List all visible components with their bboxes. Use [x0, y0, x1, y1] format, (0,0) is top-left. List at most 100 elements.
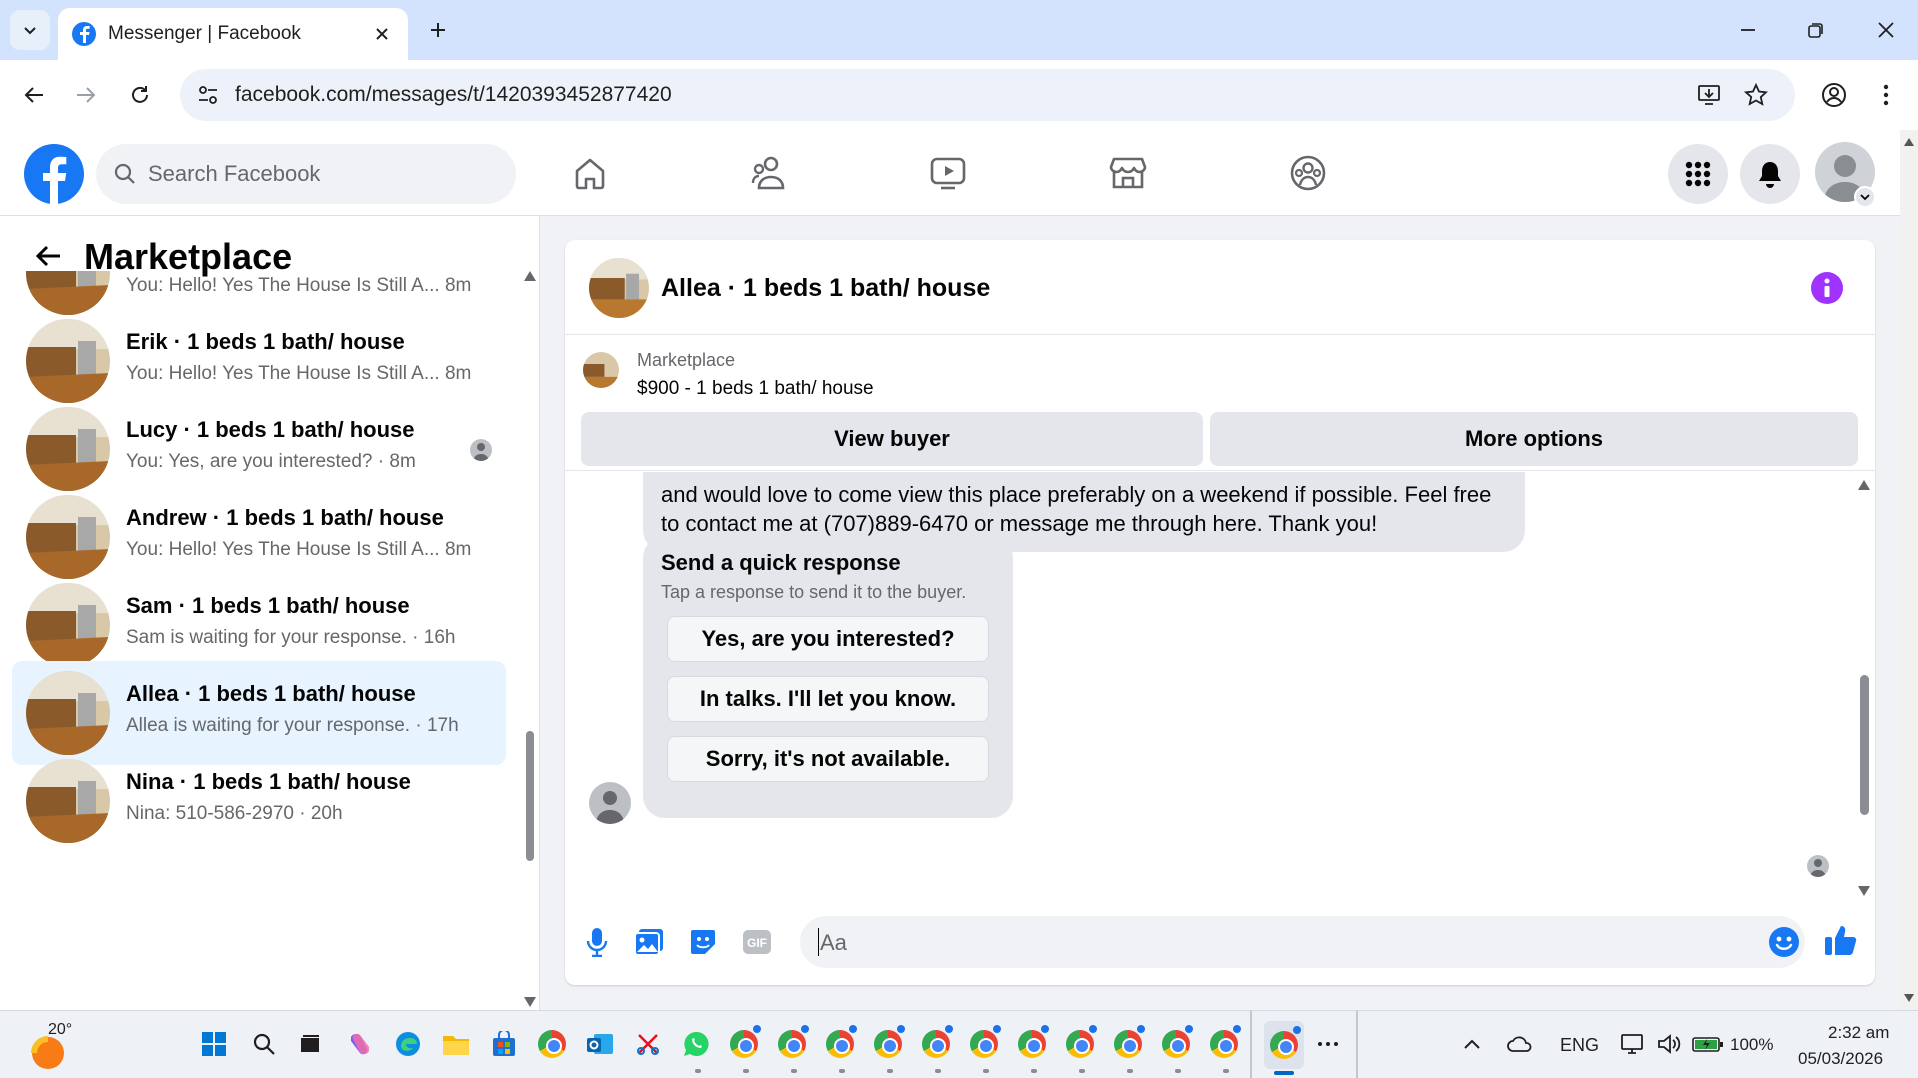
message-line: and would love to come view this place p… — [661, 482, 1492, 507]
minimize-icon[interactable] — [1728, 10, 1768, 50]
browser-menu-icon[interactable] — [1866, 75, 1906, 115]
running-indicator — [743, 1069, 749, 1073]
running-indicator — [887, 1069, 893, 1073]
back-arrow-icon[interactable] — [14, 75, 54, 115]
quick-response-button[interactable]: Sorry, it's not available. — [667, 736, 989, 782]
chrome-window-icon[interactable] — [1016, 1025, 1049, 1060]
windows-taskbar: 20° ENG 100% 2:32 am 05/03/2026 — [0, 1010, 1918, 1078]
back-arrow-icon[interactable] — [28, 236, 68, 276]
search-icon — [114, 163, 135, 184]
volume-icon[interactable] — [1654, 1028, 1686, 1060]
chat-scroll-thumb[interactable] — [1860, 675, 1869, 815]
listing-title[interactable]: $900 - 1 beds 1 bath/ house — [637, 378, 874, 400]
running-indicator — [1223, 1069, 1229, 1073]
chrome-window-icon[interactable] — [1064, 1025, 1097, 1060]
microphone-icon[interactable] — [579, 924, 615, 960]
thumbs-up-icon[interactable] — [1821, 920, 1861, 960]
battery-icon[interactable] — [1692, 1028, 1724, 1060]
sidebar-scrollbar[interactable] — [520, 271, 538, 1010]
windows-start-icon[interactable] — [198, 1028, 230, 1060]
task-view-icon[interactable] — [294, 1028, 326, 1060]
clock-date[interactable]: 05/03/2026 — [1798, 1049, 1883, 1069]
friends-icon[interactable] — [740, 142, 800, 204]
buyer-avatar[interactable] — [589, 782, 631, 824]
chrome-window-icon[interactable] — [920, 1025, 953, 1060]
onedrive-cloud-icon[interactable] — [1504, 1028, 1536, 1060]
reload-icon[interactable] — [120, 75, 160, 115]
facebook-logo-icon[interactable] — [24, 144, 84, 204]
bookmark-star-icon[interactable] — [1742, 81, 1770, 109]
store-icon[interactable] — [488, 1028, 520, 1060]
conversation-name: Nina · 1 beds 1 bath/ house — [126, 769, 411, 794]
view-buyer-button[interactable]: View buyer — [581, 412, 1203, 466]
forward-arrow-icon[interactable] — [66, 75, 106, 115]
browser-tab[interactable]: Messenger | Facebook — [58, 8, 408, 60]
facebook-search[interactable]: Search Facebook — [96, 144, 516, 204]
browser-toolbar: facebook.com/messages/t/1420393452877420 — [0, 60, 1918, 130]
chrome-window-icon[interactable] — [1112, 1025, 1145, 1060]
info-icon[interactable] — [1811, 272, 1843, 304]
chat-listing-thumbnail[interactable] — [589, 258, 649, 318]
text-caret — [818, 928, 819, 956]
groups-icon[interactable] — [1278, 142, 1338, 204]
chrome-window-icon[interactable] — [968, 1025, 1001, 1060]
emoji-icon[interactable] — [1768, 926, 1800, 958]
notifications-bell-icon[interactable] — [1740, 144, 1800, 204]
marketplace-sidebar: Marketplace You: Hello! Yes The House Is… — [0, 216, 540, 1010]
account-caret-icon[interactable] — [1854, 186, 1876, 208]
snipping-tool-icon[interactable] — [632, 1028, 664, 1060]
chat-scrollbar[interactable] — [1855, 480, 1873, 900]
sidebar-scroll-thumb[interactable] — [526, 731, 534, 861]
seen-avatar-icon — [470, 439, 492, 461]
search-icon[interactable] — [248, 1028, 280, 1060]
file-explorer-icon[interactable] — [440, 1028, 472, 1060]
conversation-item[interactable]: Nina · 1 beds 1 bath/ house Nina: 510-58… — [12, 749, 506, 853]
chat-title[interactable]: Allea · 1 beds 1 bath/ house — [661, 274, 990, 303]
video-icon[interactable] — [918, 142, 978, 204]
chrome-active-window-icon[interactable] — [1264, 1021, 1304, 1069]
chrome-window-icon[interactable] — [776, 1025, 809, 1060]
sticker-icon[interactable] — [685, 924, 721, 960]
menu-grid-icon[interactable] — [1668, 144, 1728, 204]
chrome-icon[interactable] — [536, 1028, 568, 1060]
tab-search-button[interactable] — [10, 10, 50, 50]
network-icon[interactable] — [1618, 1028, 1650, 1060]
home-icon[interactable] — [560, 142, 620, 204]
profile-icon[interactable] — [1814, 75, 1854, 115]
more-apps-icon[interactable] — [1312, 1028, 1344, 1060]
gif-icon[interactable]: GIF — [739, 924, 775, 960]
restore-icon[interactable] — [1796, 10, 1836, 50]
conversation-preview: You: Hello! Yes The House Is Still A... … — [126, 275, 472, 296]
chrome-window-icon[interactable] — [728, 1025, 761, 1060]
more-options-button[interactable]: More options — [1210, 412, 1858, 466]
chrome-window-icon[interactable] — [1160, 1025, 1193, 1060]
photo-icon[interactable] — [631, 924, 667, 960]
listing-thumbnail — [26, 319, 110, 403]
chrome-window-icon[interactable] — [1208, 1025, 1241, 1060]
site-settings-icon[interactable] — [194, 81, 222, 109]
outlook-icon[interactable] — [584, 1028, 616, 1060]
new-tab-icon[interactable] — [420, 12, 456, 48]
page-scrollbar[interactable] — [1900, 130, 1918, 1010]
whatsapp-icon[interactable] — [680, 1028, 712, 1060]
tab-title: Messenger | Facebook — [108, 23, 301, 44]
chrome-window-icon[interactable] — [824, 1025, 857, 1060]
input-language[interactable]: ENG — [1560, 1035, 1599, 1056]
edge-icon[interactable] — [392, 1028, 424, 1060]
show-hidden-icons-chevron-icon[interactable] — [1456, 1028, 1488, 1060]
chrome-window-icon[interactable] — [872, 1025, 905, 1060]
quick-response-button[interactable]: In talks. I'll let you know. — [667, 676, 989, 722]
active-window-indicator — [1274, 1071, 1294, 1075]
clock-time[interactable]: 2:32 am — [1828, 1023, 1889, 1043]
message-input[interactable]: Aa — [800, 916, 1805, 968]
listing-thumbnail — [26, 583, 110, 667]
copilot-icon[interactable] — [344, 1028, 376, 1060]
install-app-icon[interactable] — [1695, 81, 1723, 109]
address-bar[interactable]: facebook.com/messages/t/1420393452877420 — [180, 69, 1795, 121]
quick-response-button[interactable]: Yes, are you interested? — [667, 616, 989, 662]
marketplace-icon[interactable] — [1098, 142, 1158, 204]
close-window-icon[interactable] — [1866, 10, 1906, 50]
listing-label: Marketplace — [637, 350, 736, 370]
close-tab-icon[interactable] — [370, 22, 394, 46]
running-indicator — [1127, 1069, 1133, 1073]
